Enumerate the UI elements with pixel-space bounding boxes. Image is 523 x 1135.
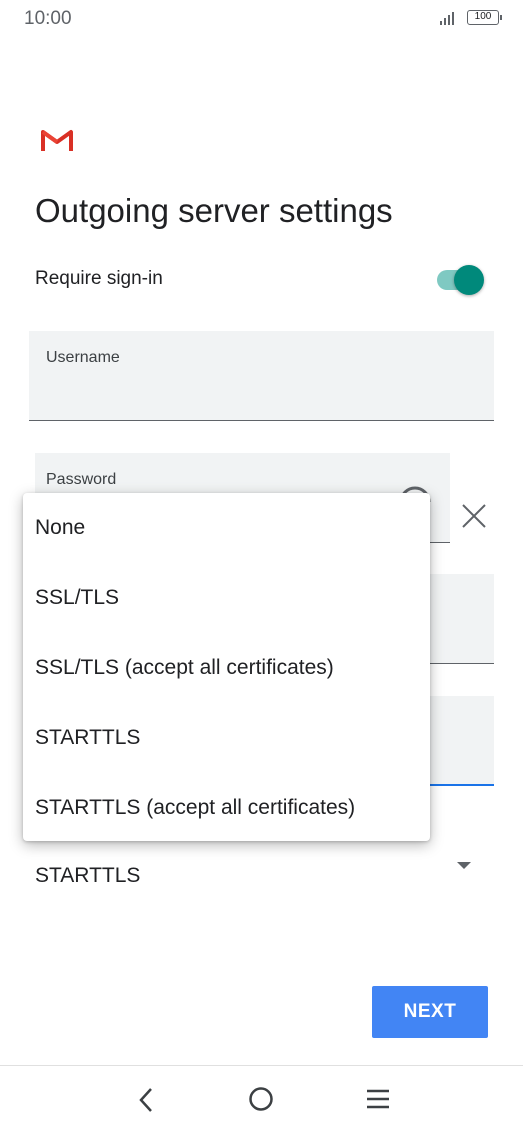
gmail-m-icon [41,130,73,151]
menu-item-none[interactable]: None [23,493,430,563]
menu-item-starttls-accept-all[interactable]: STARTTLS (accept all certificates) [23,773,430,843]
username-field[interactable] [29,331,494,421]
port-field[interactable] [420,696,494,786]
menu-icon[interactable] [365,1088,391,1110]
security-type-menu: None SSL/TLS SSL/TLS (accept all certifi… [23,493,430,841]
close-icon[interactable] [460,502,488,530]
back-icon[interactable] [134,1085,158,1115]
signal-icon [440,12,454,25]
status-time: 10:00 [24,8,72,29]
menu-item-starttls[interactable]: STARTTLS [23,703,430,773]
dropdown-arrow-icon[interactable] [457,862,471,869]
security-type-select[interactable]: STARTTLS [35,864,140,888]
page-title: Outgoing server settings [35,192,393,229]
home-icon[interactable] [248,1086,274,1112]
require-signin-label: Require sign-in [35,268,163,289]
require-signin-toggle-thumb[interactable] [454,265,484,295]
password-label: Password [46,471,117,488]
menu-item-ssl-tls[interactable]: SSL/TLS [23,563,430,633]
server-field[interactable] [420,574,494,664]
username-label: Username [46,349,120,366]
menu-item-ssl-tls-accept-all[interactable]: SSL/TLS (accept all certificates) [23,633,430,703]
next-button[interactable]: NEXT [372,986,488,1038]
battery-icon: 100 [467,10,502,25]
battery-level: 100 [474,11,492,22]
